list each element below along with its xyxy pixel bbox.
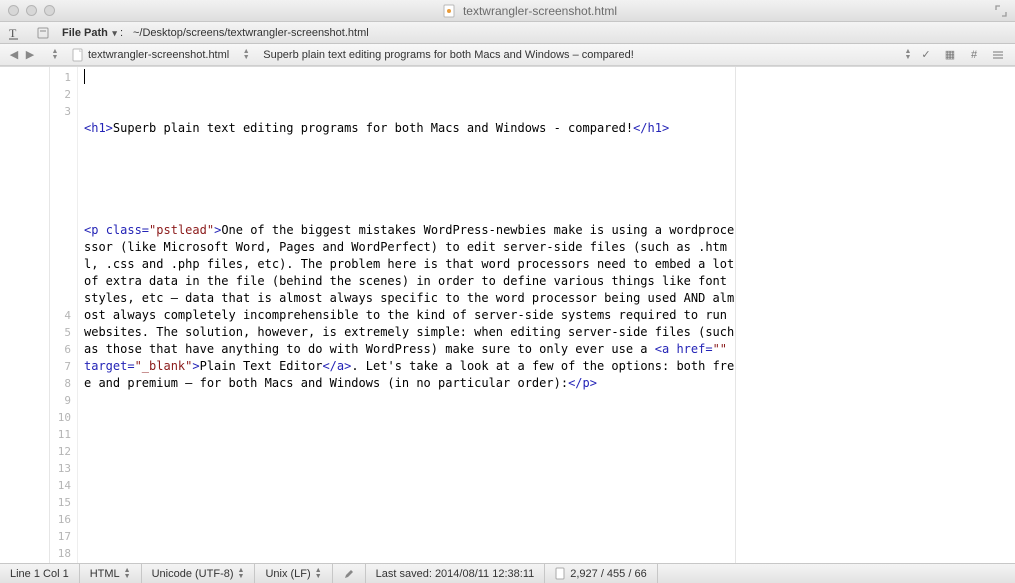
editor-area: 1 2 3 4 5 6 7 8 9 10 11 12 13 14 15 16 1… bbox=[0, 66, 1015, 563]
line-number: 4 bbox=[50, 307, 77, 324]
grid-icon[interactable]: ▦ bbox=[943, 48, 957, 62]
status-edit-indicator bbox=[333, 564, 366, 583]
traffic-lights bbox=[8, 5, 55, 16]
symbol-stepper[interactable]: ▲▼ bbox=[239, 49, 253, 61]
check-icon[interactable]: ✓ bbox=[919, 48, 933, 62]
document-icon bbox=[72, 48, 84, 62]
line-number: 11 bbox=[50, 426, 77, 443]
text-cursor bbox=[84, 69, 85, 84]
text-tool-icon[interactable]: T bbox=[6, 25, 24, 41]
file-crumb-label: textwrangler-screenshot.html bbox=[88, 49, 229, 61]
window-titlebar: textwrangler-screenshot.html bbox=[0, 0, 1015, 22]
menu-icon[interactable] bbox=[991, 48, 1005, 62]
line-number: 15 bbox=[50, 494, 77, 511]
line-number-gutter: 1 2 3 4 5 6 7 8 9 10 11 12 13 14 15 16 1… bbox=[50, 67, 78, 563]
line-number: 16 bbox=[50, 511, 77, 528]
tabbar-right-icons: ✓ ▦ # bbox=[919, 48, 1009, 62]
line-number: 6 bbox=[50, 341, 77, 358]
symbol-crumb-label: Superb plain text editing programs for b… bbox=[263, 49, 634, 61]
line-number: 12 bbox=[50, 443, 77, 460]
file-path-toolbar: T File Path ▾ : ~/Desktop/screens/textwr… bbox=[0, 22, 1015, 44]
nav-back-button[interactable]: ◀ bbox=[6, 47, 22, 63]
line-number: 18 bbox=[50, 545, 77, 562]
line-number: 8 bbox=[50, 375, 77, 392]
pencil-icon bbox=[343, 568, 355, 580]
status-last-saved: Last saved: 2014/08/11 12:38:11 bbox=[366, 564, 546, 583]
svg-text:T: T bbox=[9, 26, 17, 40]
line-number: 7 bbox=[50, 358, 77, 375]
line-number: 1 bbox=[50, 69, 77, 86]
file-path-label[interactable]: File Path ▾ : bbox=[62, 27, 123, 39]
status-bar: Line 1 Col 1 HTML▲▼ Unicode (UTF-8)▲▼ Un… bbox=[0, 563, 1015, 583]
html-file-icon bbox=[443, 4, 457, 18]
fold-gutter bbox=[0, 67, 50, 563]
section-stepper[interactable]: ▲▼ bbox=[901, 49, 915, 61]
line-number: 2 bbox=[50, 86, 77, 103]
file-stepper[interactable]: ▲▼ bbox=[48, 49, 62, 61]
document-icon bbox=[555, 567, 566, 580]
line-number: 5 bbox=[50, 324, 77, 341]
status-counts: 2,927 / 455 / 66 bbox=[545, 564, 657, 583]
line-number: 14 bbox=[50, 477, 77, 494]
file-path-value: ~/Desktop/screens/textwrangler-screensho… bbox=[133, 27, 369, 39]
close-window-button[interactable] bbox=[8, 5, 19, 16]
hash-icon[interactable]: # bbox=[967, 48, 981, 62]
chevron-down-icon: ▾ bbox=[110, 28, 117, 38]
nav-forward-button[interactable]: ▶ bbox=[22, 47, 38, 63]
zoom-window-button[interactable] bbox=[44, 5, 55, 16]
status-encoding[interactable]: Unicode (UTF-8)▲▼ bbox=[142, 564, 256, 583]
right-pane bbox=[735, 67, 1015, 563]
window-title-text: textwrangler-screenshot.html bbox=[463, 4, 617, 18]
status-cursor-position: Line 1 Col 1 bbox=[0, 564, 80, 583]
expand-icon[interactable] bbox=[995, 5, 1007, 17]
line-number: 9 bbox=[50, 392, 77, 409]
status-line-endings[interactable]: Unix (LF)▲▼ bbox=[255, 564, 332, 583]
line-number: 10 bbox=[50, 409, 77, 426]
line-number: 17 bbox=[50, 528, 77, 545]
code-editor[interactable]: <h1>Superb plain text editing programs f… bbox=[78, 67, 735, 563]
document-drawer-icon[interactable] bbox=[34, 25, 52, 41]
status-language[interactable]: HTML▲▼ bbox=[80, 564, 142, 583]
line-number: 3 bbox=[50, 103, 77, 307]
minimize-window-button[interactable] bbox=[26, 5, 37, 16]
line-number: 13 bbox=[50, 460, 77, 477]
symbol-crumb[interactable]: Superb plain text editing programs for b… bbox=[257, 46, 897, 64]
navigation-bar: ◀ ▶ ▲▼ textwrangler-screenshot.html ▲▼ S… bbox=[0, 44, 1015, 66]
window-title: textwrangler-screenshot.html bbox=[65, 4, 995, 18]
file-crumb[interactable]: textwrangler-screenshot.html bbox=[66, 46, 235, 64]
